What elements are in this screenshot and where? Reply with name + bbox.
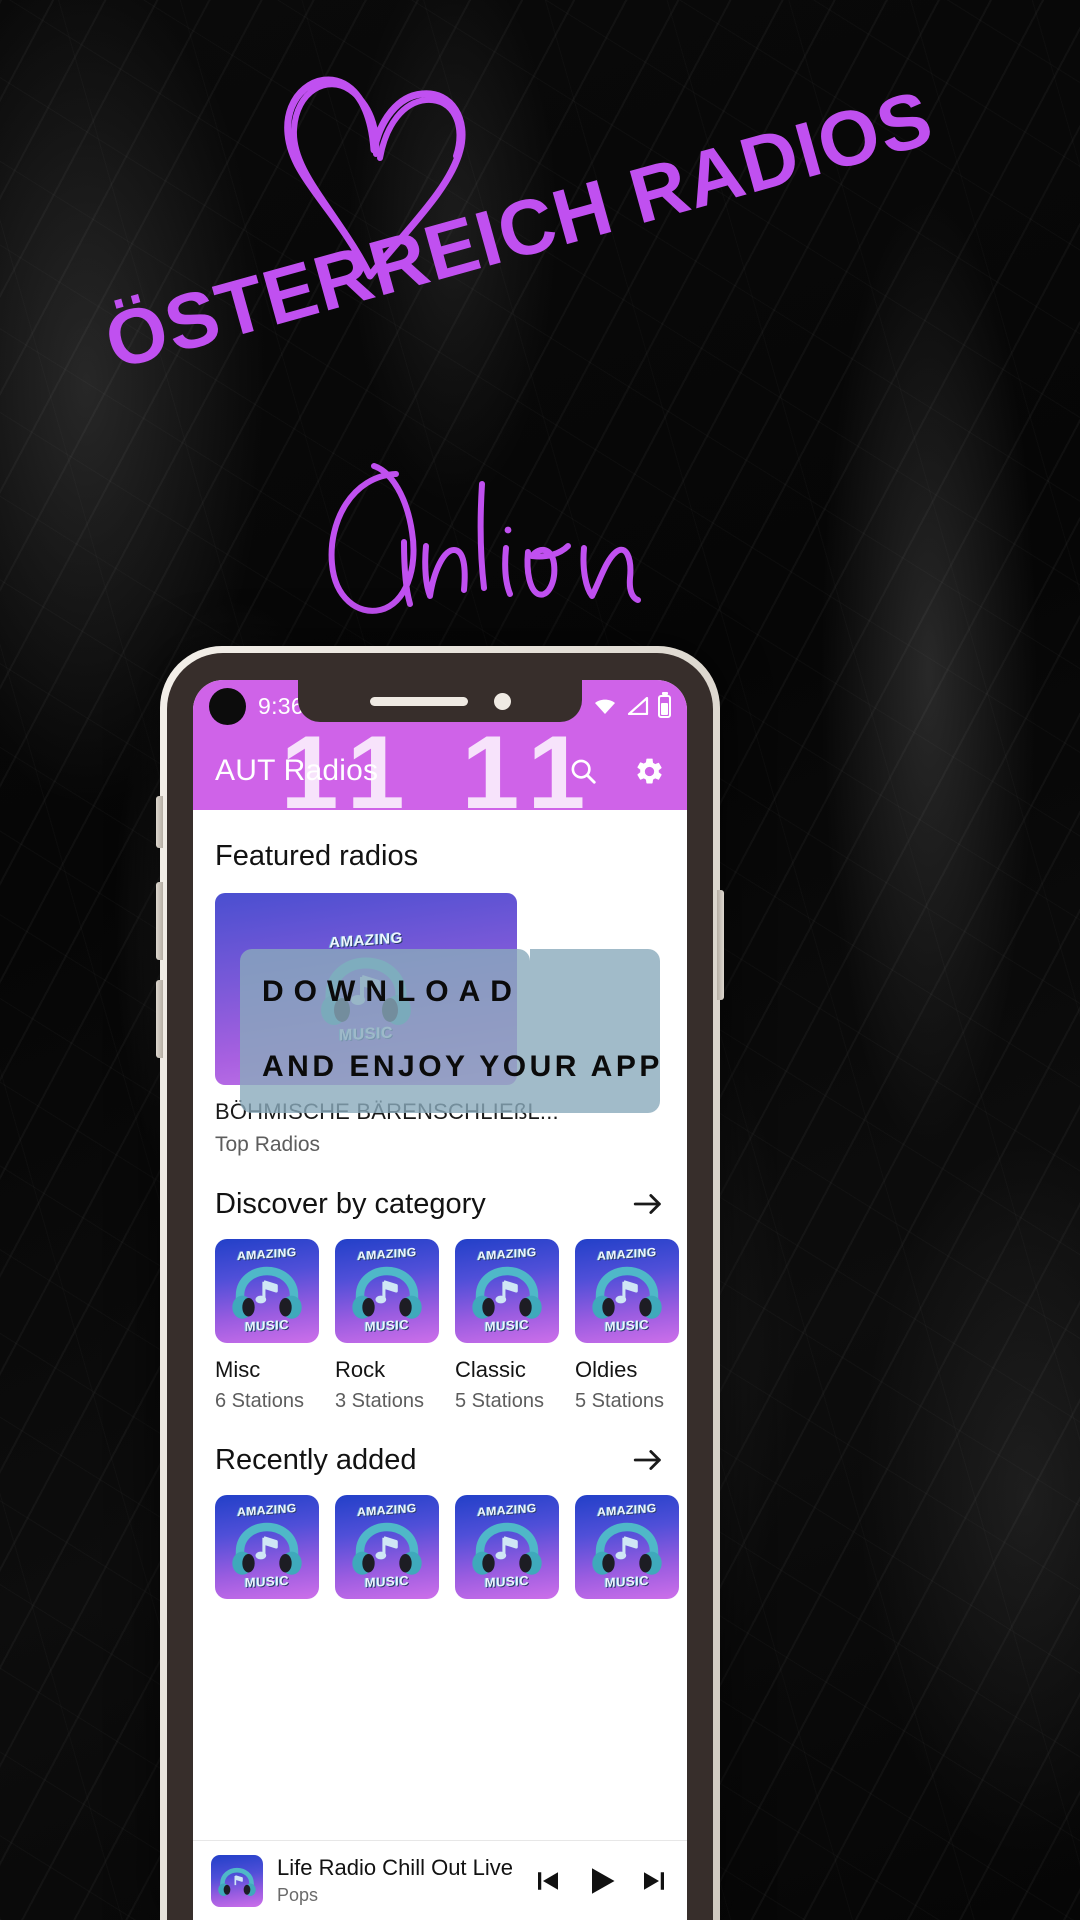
phone-mockup: 9:36 AUT Radios 11 11 Featured radios AM…	[156, 646, 724, 1920]
phone-button-volume-up	[156, 882, 163, 960]
category-name: Misc	[215, 1357, 261, 1382]
camera-punch-hole	[209, 687, 246, 725]
recently-added-section-header: Recently added	[193, 1413, 687, 1495]
categories-section-title: Discover by category	[215, 1187, 486, 1220]
arrow-right-icon[interactable]	[631, 1187, 665, 1221]
overlay-line2: AND ENJOY YOUR APP	[262, 1050, 663, 1083]
logo-top-text: AMAZING	[237, 1244, 297, 1264]
player-subtitle: Pops	[277, 1885, 319, 1905]
front-camera	[493, 692, 511, 710]
category-name: Rock	[335, 1357, 386, 1382]
arrow-right-icon[interactable]	[631, 1443, 665, 1477]
headphones-icon	[232, 1266, 302, 1319]
headphones-icon	[218, 1867, 256, 1896]
featured-section-title: Featured radios	[215, 840, 419, 872]
recently-added-item[interactable]: AMAZING MUSIC	[215, 1495, 319, 1599]
play-button[interactable]	[583, 1863, 619, 1899]
amazing-music-logo: AMAZING MUSIC	[461, 1501, 553, 1593]
player-title: Life Radio Chill Out Live	[277, 1855, 514, 1880]
player-controls	[533, 1863, 669, 1899]
gear-icon[interactable]	[634, 756, 665, 787]
logo-top-text: AMAZING	[357, 1244, 417, 1264]
battery-icon	[658, 694, 671, 718]
phone-notch	[298, 680, 582, 722]
amazing-music-logo: AMAZING MUSIC	[221, 1245, 313, 1337]
featured-station-subtitle: Top Radios	[215, 1133, 321, 1156]
phone-button-volume-down	[156, 980, 163, 1058]
logo-top-text: AMAZING	[357, 1500, 417, 1520]
mini-player[interactable]: Life Radio Chill Out Live Pops	[193, 1840, 687, 1920]
category-item[interactable]: AMAZING MUSIC Oldies 5 Stations	[575, 1239, 679, 1413]
recently-added-item[interactable]: AMAZING MUSIC	[455, 1495, 559, 1599]
overlay-banner-topright	[530, 949, 660, 1035]
categories-section-header: Discover by category	[193, 1157, 687, 1239]
amazing-music-logo: AMAZING MUSIC	[341, 1245, 433, 1337]
headphones-icon	[472, 1522, 542, 1575]
amazing-music-logo: AMAZING MUSIC	[461, 1245, 553, 1337]
logo-top-text: AMAZING	[477, 1500, 537, 1520]
wifi-icon	[595, 699, 615, 714]
previous-button[interactable]	[533, 1866, 563, 1896]
recently-added-item[interactable]: AMAZING MUSIC	[575, 1495, 679, 1599]
amazing-music-logo: AMAZING MUSIC	[581, 1245, 673, 1337]
amazing-music-logo: AMAZING MUSIC	[341, 1501, 433, 1593]
logo-top-text: AMAZING	[597, 1244, 657, 1264]
category-item[interactable]: AMAZING MUSIC Rock 3 Stations	[335, 1239, 439, 1413]
headphones-icon	[352, 1266, 422, 1319]
headphones-icon	[352, 1522, 422, 1575]
player-artwork	[211, 1854, 263, 1907]
app-bar: AUT Radios	[193, 732, 687, 810]
category-artwork: AMAZING MUSIC	[215, 1239, 319, 1343]
recently-added-item[interactable]: AMAZING MUSIC	[335, 1495, 439, 1599]
logo-top-text: AMAZING	[477, 1244, 537, 1264]
app-bar-actions	[568, 756, 665, 787]
category-name: Classic	[455, 1357, 526, 1382]
app-title: AUT Radios	[215, 754, 379, 787]
phone-button-power	[717, 890, 724, 1000]
category-count: 5 Stations	[455, 1390, 544, 1412]
amazing-music-logo	[213, 1857, 261, 1905]
headphones-icon	[472, 1266, 542, 1319]
signal-icon	[627, 697, 649, 715]
headphones-icon	[592, 1522, 662, 1575]
category-artwork: AMAZING MUSIC	[335, 1239, 439, 1343]
category-count: 3 Stations	[335, 1390, 424, 1412]
next-button[interactable]	[639, 1866, 669, 1896]
category-list: AMAZING MUSIC Misc 6 Stations AMAZING MU…	[193, 1239, 687, 1413]
amazing-music-logo: AMAZING MUSIC	[221, 1501, 313, 1593]
category-name: Oldies	[575, 1357, 638, 1382]
category-artwork: AMAZING MUSIC	[575, 1239, 679, 1343]
amazing-music-logo: AMAZING MUSIC	[581, 1501, 673, 1593]
category-item[interactable]: AMAZING MUSIC Misc 6 Stations	[215, 1239, 319, 1413]
category-count: 5 Stations	[575, 1390, 664, 1412]
category-item[interactable]: AMAZING MUSIC Classic 5 Stations	[455, 1239, 559, 1413]
status-icons	[593, 694, 671, 718]
logo-top-text: AMAZING	[597, 1500, 657, 1520]
player-text: Life Radio Chill Out Live Pops	[277, 1855, 519, 1906]
phone-screen: 9:36 AUT Radios 11 11 Featured radios AM…	[193, 680, 687, 1920]
category-count: 6 Stations	[215, 1390, 304, 1412]
phone-button-mute	[156, 796, 163, 848]
headphones-icon	[592, 1266, 662, 1319]
category-artwork: AMAZING MUSIC	[455, 1239, 559, 1343]
earpiece-speaker	[369, 696, 468, 706]
headphones-icon	[232, 1522, 302, 1575]
search-icon[interactable]	[568, 756, 598, 786]
recently-added-section-title: Recently added	[215, 1443, 417, 1476]
recently-added-list: AMAZING MUSIC AMAZING MUSIC AMAZING MUSI…	[193, 1495, 687, 1599]
overlay-line1: DOWNLOAD	[262, 975, 522, 1008]
logo-top-text: AMAZING	[237, 1500, 297, 1520]
